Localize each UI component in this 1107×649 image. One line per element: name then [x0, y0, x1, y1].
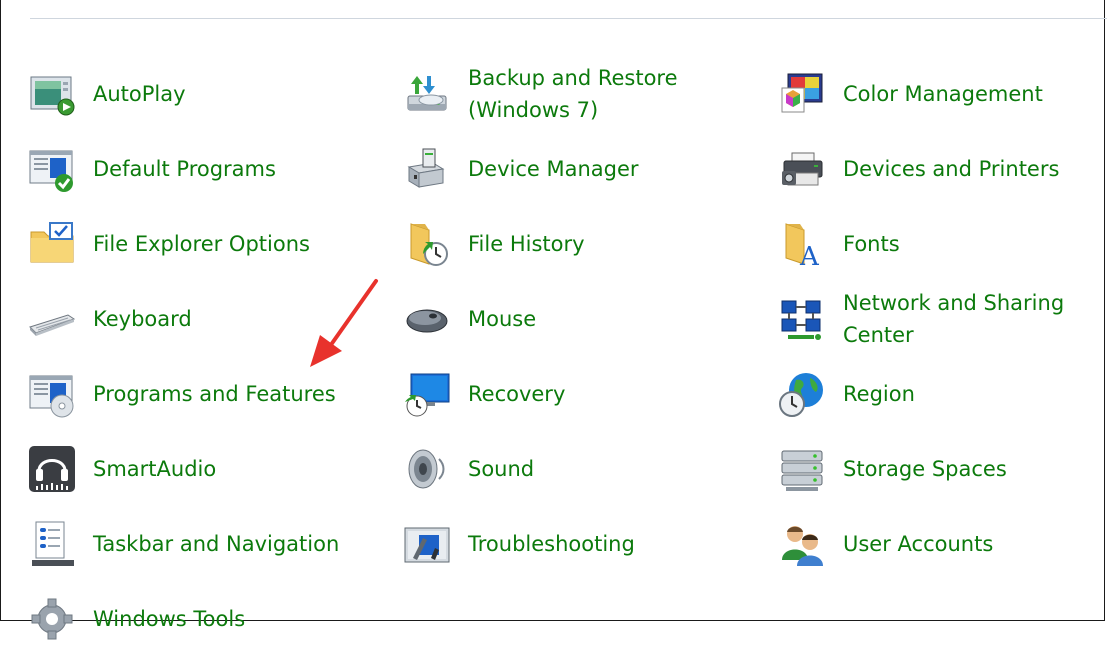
- item-label: Color Management: [843, 82, 1043, 106]
- item-label: Mouse: [468, 307, 537, 331]
- mouse-icon: [403, 295, 451, 343]
- item-label: Network and Sharing Center: [843, 291, 1065, 347]
- troubleshooting-icon: [403, 520, 451, 568]
- item-default-programs[interactable]: Default Programs: [28, 139, 276, 199]
- item-color-management[interactable]: Color Management: [778, 64, 1043, 124]
- item-fonts[interactable]: A Fonts: [778, 214, 900, 274]
- gear-icon: [28, 595, 76, 643]
- globe-clock-icon: [778, 370, 826, 418]
- backup-restore-icon: [403, 70, 451, 118]
- keyboard-icon: [28, 295, 76, 343]
- color-management-icon: [778, 70, 826, 118]
- item-file-history[interactable]: File History: [403, 214, 585, 274]
- item-backup-restore[interactable]: Backup and Restore (Windows 7): [403, 64, 678, 124]
- taskbar-icon: [28, 520, 76, 568]
- item-label: Programs and Features: [93, 382, 336, 406]
- item-sound[interactable]: Sound: [403, 439, 534, 499]
- storage-icon: [778, 445, 826, 493]
- item-mouse[interactable]: Mouse: [403, 289, 536, 349]
- item-user-accounts[interactable]: User Accounts: [778, 514, 993, 574]
- item-taskbar-navigation[interactable]: Taskbar and Navigation: [28, 514, 339, 574]
- item-label: Keyboard: [93, 307, 192, 331]
- item-label: Backup and Restore (Windows 7): [468, 66, 678, 122]
- item-label: Devices and Printers: [843, 157, 1060, 181]
- item-label: Region: [843, 382, 915, 406]
- item-label: Default Programs: [93, 157, 276, 181]
- item-label: File History: [468, 232, 585, 256]
- annotation-arrow: [310, 279, 378, 367]
- item-label: File Explorer Options: [93, 232, 310, 256]
- svg-text:A: A: [799, 242, 820, 268]
- file-history-icon: [403, 220, 451, 268]
- item-keyboard[interactable]: Keyboard: [28, 289, 192, 349]
- item-file-explorer-options[interactable]: File Explorer Options: [28, 214, 310, 274]
- item-autoplay[interactable]: AutoPlay: [28, 64, 186, 124]
- item-label: Storage Spaces: [843, 457, 1007, 481]
- item-label: Troubleshooting: [468, 532, 635, 556]
- item-troubleshooting[interactable]: Troubleshooting: [403, 514, 635, 574]
- item-device-manager[interactable]: Device Manager: [403, 139, 639, 199]
- recovery-icon: [403, 370, 451, 418]
- item-devices-printers[interactable]: Devices and Printers: [778, 139, 1059, 199]
- header-divider: [30, 18, 1107, 19]
- item-label: Windows Tools: [93, 607, 246, 631]
- item-label: Fonts: [843, 232, 900, 256]
- item-network-sharing[interactable]: Network and Sharing Center: [778, 289, 1064, 349]
- item-storage-spaces[interactable]: Storage Spaces: [778, 439, 1007, 499]
- printer-icon: [778, 145, 826, 193]
- device-manager-icon: [403, 145, 451, 193]
- folder-options-icon: [28, 220, 76, 268]
- users-icon: [778, 520, 826, 568]
- default-programs-icon: [28, 145, 76, 193]
- item-recovery[interactable]: Recovery: [403, 364, 565, 424]
- fonts-icon: A: [778, 220, 826, 268]
- item-label: Taskbar and Navigation: [93, 532, 340, 556]
- item-label: SmartAudio: [93, 457, 217, 481]
- programs-features-icon: [28, 370, 76, 418]
- item-label: Sound: [468, 457, 535, 481]
- item-label: Device Manager: [468, 157, 639, 181]
- item-smartaudio[interactable]: SmartAudio: [28, 439, 216, 499]
- item-label: User Accounts: [843, 532, 994, 556]
- network-icon: [778, 295, 826, 343]
- autoplay-icon: [28, 70, 76, 118]
- item-label: AutoPlay: [93, 82, 186, 106]
- item-windows-tools[interactable]: Windows Tools: [28, 589, 245, 649]
- item-region[interactable]: Region: [778, 364, 915, 424]
- headphones-icon: [28, 445, 76, 493]
- item-programs-features[interactable]: Programs and Features: [28, 364, 336, 424]
- speaker-icon: [403, 445, 451, 493]
- item-label: Recovery: [468, 382, 566, 406]
